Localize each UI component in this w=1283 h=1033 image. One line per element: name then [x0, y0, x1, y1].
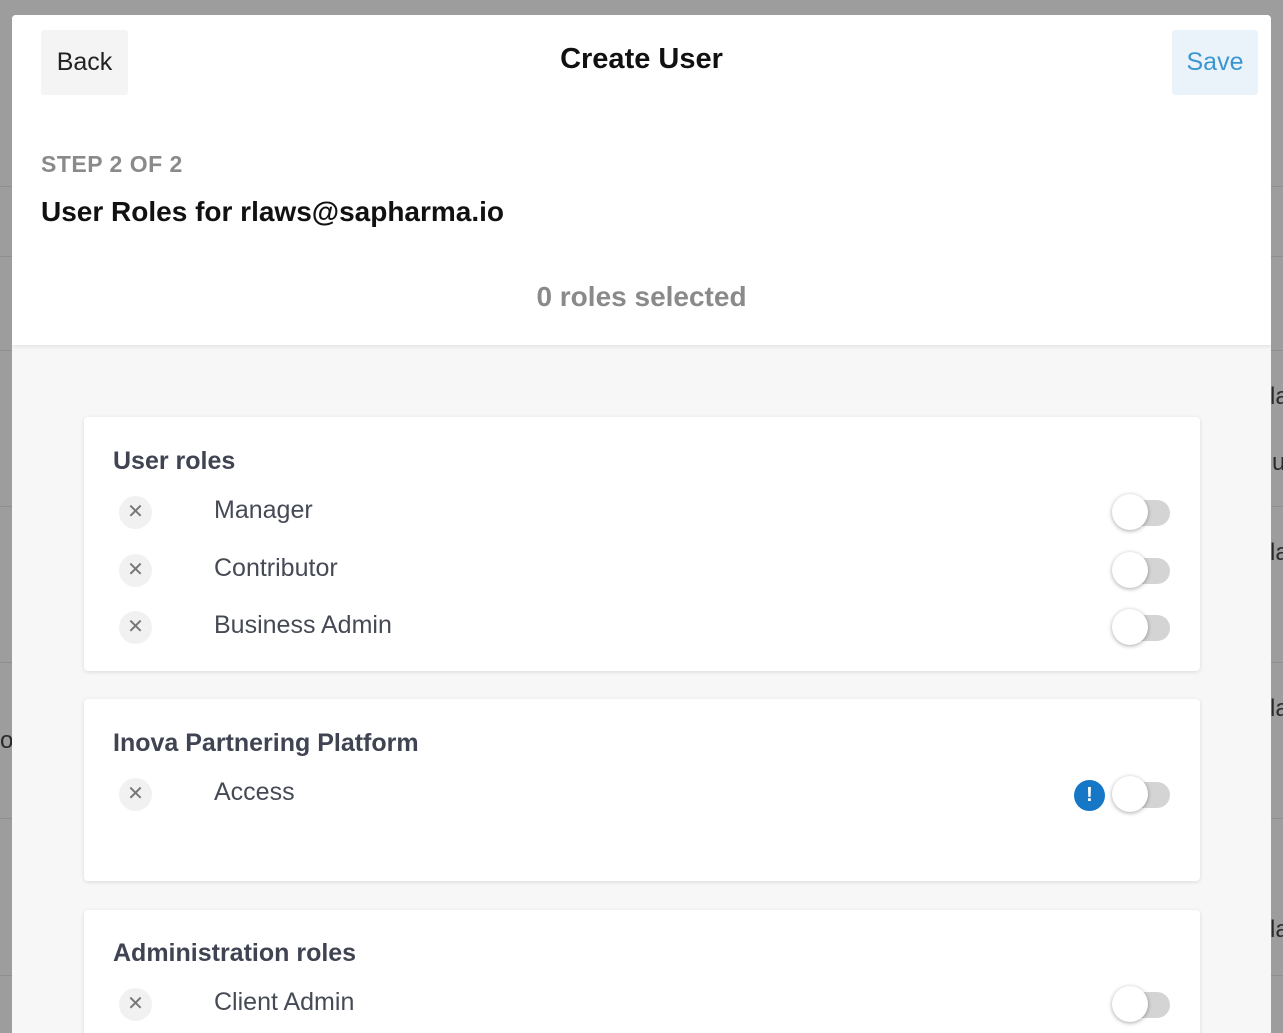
role-toggle-access[interactable]	[1112, 776, 1170, 812]
save-button[interactable]: Save	[1172, 30, 1258, 95]
role-row-access: ✕ Access !	[84, 774, 1200, 814]
toggle-knob	[1112, 986, 1148, 1022]
role-label: Contributor	[214, 554, 338, 582]
role-row-business-admin: ✕ Business Admin	[84, 607, 1200, 647]
info-exclamation-icon[interactable]: !	[1074, 780, 1105, 811]
close-icon[interactable]: ✕	[119, 554, 152, 587]
close-icon[interactable]: ✕	[119, 988, 152, 1021]
bg-text-fragment: la	[1270, 383, 1283, 410]
role-toggle-contributor[interactable]	[1112, 552, 1170, 588]
role-row-contributor: ✕ Contributor	[84, 550, 1200, 590]
section-title: Administration roles	[113, 939, 357, 967]
section-administration-roles: Administration roles ✕ Client Admin	[84, 910, 1200, 1033]
create-user-modal: Back Create User Save STEP 2 OF 2 User R…	[12, 15, 1271, 1033]
close-icon[interactable]: ✕	[119, 611, 152, 644]
role-label: Manager	[214, 496, 313, 524]
close-icon[interactable]: ✕	[119, 496, 152, 529]
toggle-knob	[1112, 776, 1148, 812]
role-row-manager: ✕ Manager	[84, 492, 1200, 532]
role-toggle-client-admin[interactable]	[1112, 986, 1170, 1022]
bg-text-fragment: la	[1270, 916, 1283, 943]
modal-header: Back Create User Save STEP 2 OF 2 User R…	[12, 15, 1271, 345]
page-subtitle: User Roles for rlaws@sapharma.io	[41, 196, 505, 227]
role-label: Access	[214, 778, 295, 806]
step-indicator: STEP 2 OF 2	[41, 151, 183, 177]
close-icon[interactable]: ✕	[119, 778, 152, 811]
role-label: Client Admin	[214, 988, 355, 1016]
toggle-knob	[1112, 552, 1148, 588]
bg-text-fragment: la	[1270, 539, 1283, 566]
section-title: User roles	[113, 447, 236, 475]
section-title: Inova Partnering Platform	[113, 729, 419, 757]
roles-selected-count: 0 roles selected	[536, 281, 747, 312]
role-toggle-business-admin[interactable]	[1112, 609, 1170, 645]
section-user-roles: User roles ✕ Manager ✕ Contributor ✕ Bus…	[84, 417, 1200, 671]
toggle-knob	[1112, 494, 1148, 530]
modal-title: Create User	[560, 43, 723, 75]
role-row-client-admin: ✕ Client Admin	[84, 984, 1200, 1024]
role-toggle-manager[interactable]	[1112, 494, 1170, 530]
section-inova-partnering-platform: Inova Partnering Platform ✕ Access !	[84, 699, 1200, 881]
bg-text-fragment: u	[1272, 449, 1283, 476]
role-label: Business Admin	[214, 611, 392, 639]
toggle-knob	[1112, 609, 1148, 645]
bg-text-fragment: la	[1270, 695, 1283, 722]
